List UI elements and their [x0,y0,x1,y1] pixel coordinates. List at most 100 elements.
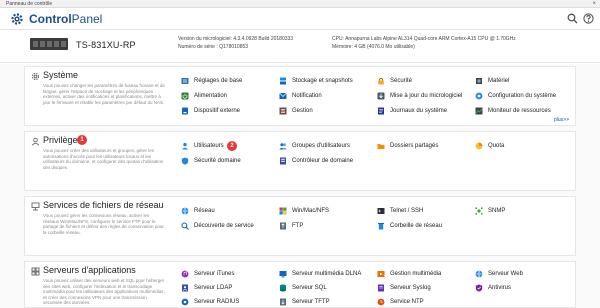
section-title: Privilège [43,135,78,145]
window-titlebar: Panneau de contrôle × [0,0,600,8]
step-badge-2: 2 [227,141,237,151]
section-description: Vous pouvez créer des utilisateurs et gr… [43,148,164,170]
app-header: ControlPanel [0,8,600,30]
item-security[interactable]: Sécurité [377,76,412,86]
lock-icon [378,77,384,85]
domain-controller-icon [280,157,286,165]
application-servers-icon [31,267,40,276]
item-network[interactable]: Réseau [181,206,215,216]
item-firmware-update[interactable]: Mise à jour du micrologiciel [377,91,462,101]
folder-icon [377,144,385,149]
recycle-bin-icon [378,223,384,230]
content-area: Système Vous pouvez changer les paramètr… [0,64,600,308]
item-label: Matériel [488,78,510,84]
item-storage-snapshots[interactable]: Stockage et snapshots [279,76,353,86]
storage-icon [280,77,286,85]
item-dlna-server[interactable]: Serveur multimédia DLNA [279,269,361,279]
item-resource-monitor[interactable]: Moniteur de ressources [475,106,551,116]
item-domain-controller[interactable]: Contrôleur de domaine [279,156,353,166]
item-win-mac-nfs[interactable]: Win/Mac/NFS [279,206,329,216]
item-label: Groupes d'utilisateurs [292,143,350,149]
external-device-icon [182,107,188,115]
logs-icon [378,107,384,115]
item-label: Gestion [292,108,313,114]
more-link[interactable]: plus>> [554,117,569,123]
search-icon[interactable] [567,13,578,24]
item-power[interactable]: Alimentation [181,91,227,101]
section-description: Vous pouvez gérer les connexions réseau,… [43,213,164,235]
quota-icon [475,142,483,150]
item-sql-server[interactable]: Serveur SQL [279,283,327,293]
item-syslog-server[interactable]: Serveur Syslog [377,283,431,293]
serial-value: Q178010853 [219,44,249,50]
item-user-groups[interactable]: Groupes d'utilisateurs [279,141,350,151]
item-label: Notification [292,93,322,99]
item-web-server[interactable]: Serveur Web [475,269,523,279]
user-groups-icon [279,143,287,150]
section-title: Services de fichiers de réseau [43,200,164,210]
service-discovery-icon [181,222,189,230]
network-icon [31,202,40,211]
item-management[interactable]: Gestion [279,106,313,116]
item-multimedia-management[interactable]: Gestion multimédia [377,269,441,279]
item-label: Dossiers partagés [390,143,439,149]
radius-icon [181,298,189,306]
tftp-icon [280,298,286,306]
firmware-label: Version du micrologiciel: [178,36,232,42]
memory-info: Mémoire: 4 GB (4076.0 Mo utilisable) [332,44,415,51]
domain-security-icon [181,157,189,165]
item-snmp[interactable]: SNMP [475,206,505,216]
item-notification[interactable]: Notification [279,91,322,101]
item-network-recycle-bin[interactable]: Corbeille de réseau [377,221,442,231]
system-gear-icon [31,72,40,81]
antivirus-icon [475,284,483,292]
ftp-icon [280,222,286,230]
network-item-icon [181,207,189,215]
item-label: Serveur Web [488,271,523,277]
hardware-icon [476,78,482,84]
item-tftp-server[interactable]: Serveur TFTP [279,297,330,307]
item-system-logs[interactable]: Journaux du système [377,106,447,116]
item-basic-settings[interactable]: Réglages de base [181,76,242,86]
item-ldap-server[interactable]: Serveur LDAP [181,283,232,293]
item-label: Sécurité [390,78,413,84]
item-antivirus[interactable]: Antivirus [475,283,511,293]
item-label: Stockage et snapshots [292,78,353,84]
item-label: Dispositif externe [194,108,241,114]
serial-label: Numéro de série : [178,44,218,50]
window-title: Panneau de contrôle [6,1,53,7]
item-quota[interactable]: Quota [475,141,504,151]
item-label: Service NTP [390,299,424,305]
item-label: Utilisateurs [194,143,224,149]
item-users[interactable]: Utilisateurs [181,141,224,151]
item-hardware[interactable]: Matériel [475,76,509,86]
users-icon [182,142,188,150]
item-domain-security[interactable]: Sécurité domaine [181,156,241,166]
ldap-icon [182,284,188,292]
user-icon [31,137,40,146]
help-icon[interactable] [583,13,594,24]
win-mac-nfs-icon [279,207,287,215]
section-network-file-services: Services de fichiers de réseau Vous pouv… [24,196,576,256]
item-label: Alimentation [194,93,228,99]
item-external-device[interactable]: Dispositif externe [181,106,240,116]
item-radius-server[interactable]: Serveur RADIUS [181,297,239,307]
item-itunes-server[interactable]: Serveur iTunes [181,269,234,279]
section-privilege: Privilège 1 Vous pouvez créer des utilis… [24,131,576,191]
close-icon[interactable]: × [592,0,596,8]
gear-icon [11,13,23,25]
power-icon [181,92,189,100]
item-label: Réglages de base [194,78,243,84]
firmware-info: Version du micrologiciel: 4.3.4.0928 Bui… [178,36,293,43]
item-system-config[interactable]: Configuration du système [475,91,556,101]
step-badge-1: 1 [77,135,87,145]
item-label: Gestion multimédia [390,271,442,277]
item-label: Journaux du système [390,108,448,114]
item-shared-folders[interactable]: Dossiers partagés [377,141,438,151]
item-telnet-ssh[interactable]: Telnet / SSH [377,206,423,216]
serial-info: Numéro de série : Q178010853 [178,44,248,51]
item-ftp[interactable]: FTP [279,221,303,231]
item-ntp-service[interactable]: Service NTP [377,297,424,307]
item-service-discovery[interactable]: Découverte de service [181,221,254,231]
item-label: FTP [292,223,304,229]
